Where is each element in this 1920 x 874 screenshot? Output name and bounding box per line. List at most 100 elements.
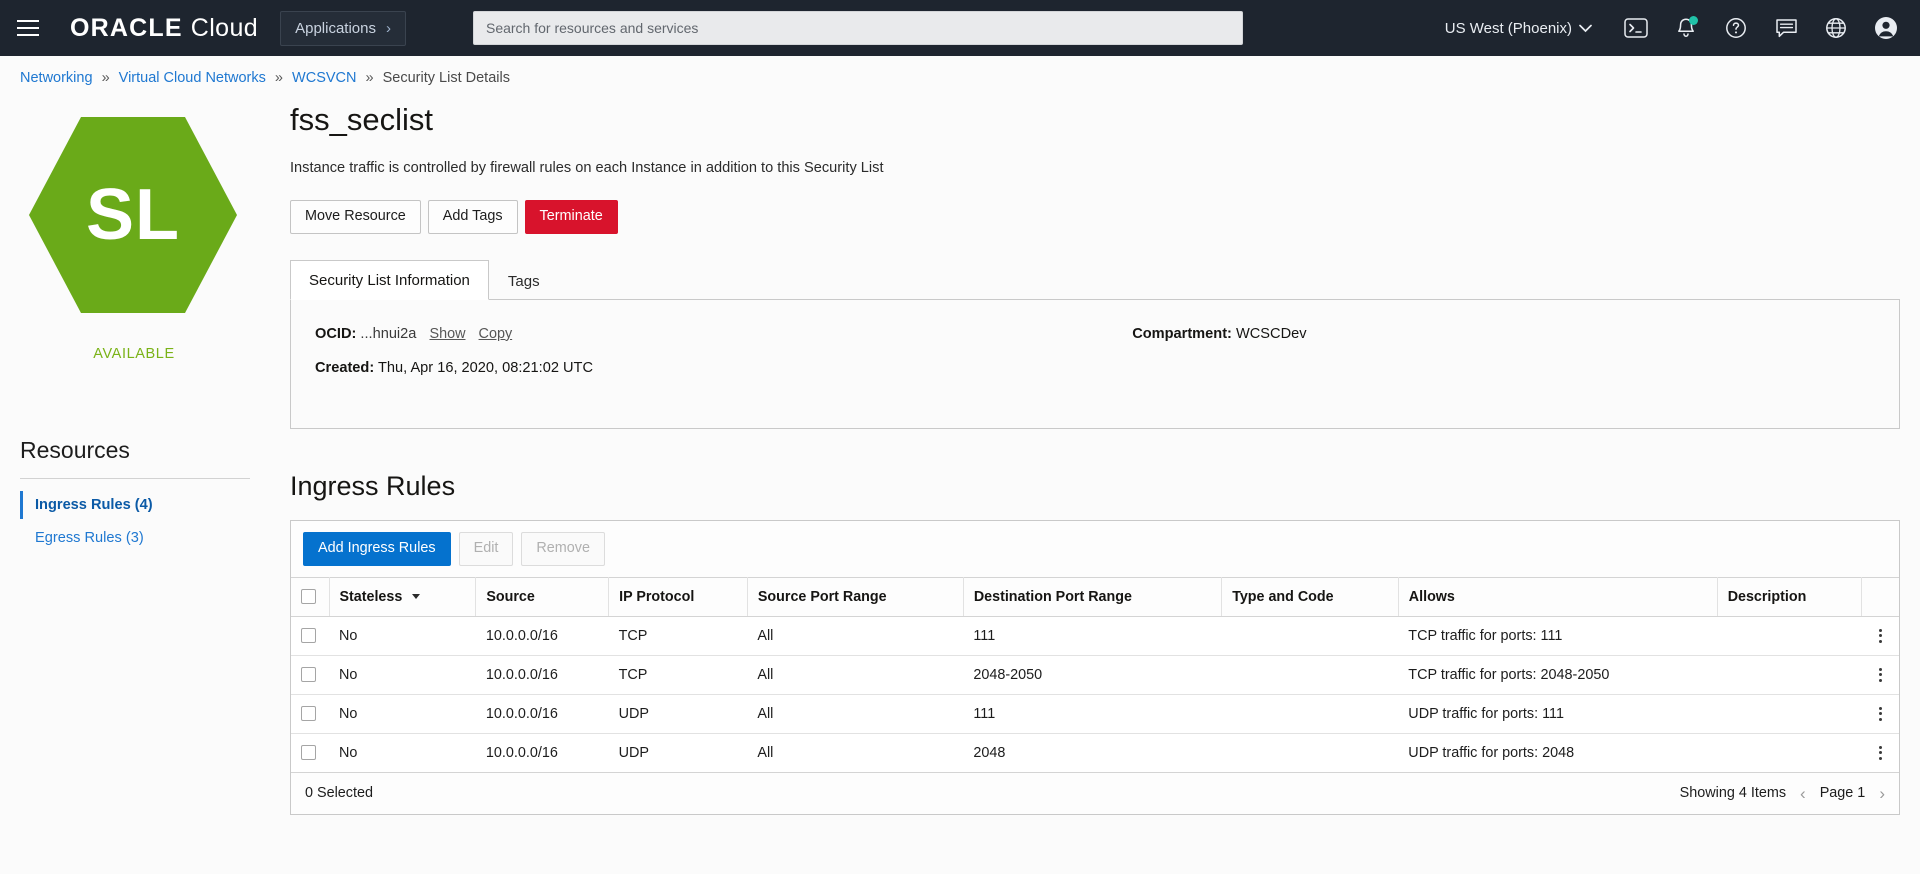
page-body: SL AVAILABLE Resources Ingress Rules (4)…	[0, 96, 1920, 815]
applications-button[interactable]: Applications ›	[280, 10, 406, 46]
cell-destination-port-range: 111	[963, 616, 1222, 656]
add-ingress-rules-button[interactable]: Add Ingress Rules	[303, 531, 451, 566]
compartment-value: WCSCDev	[1235, 325, 1307, 342]
showing-items-label: Showing 4 Items	[1679, 785, 1787, 802]
previous-page-chevron-icon[interactable]: ‹	[1800, 785, 1806, 802]
cell-stateless: No	[329, 616, 476, 656]
cell-type-and-code	[1221, 616, 1399, 656]
search-input[interactable]	[472, 11, 1243, 45]
sort-descending-icon[interactable]	[412, 594, 421, 600]
hamburger-menu-icon[interactable]	[0, 0, 56, 56]
row-checkbox[interactable]	[301, 628, 316, 644]
column-allows[interactable]: Allows	[1398, 576, 1718, 617]
row-actions-cell	[1861, 733, 1899, 773]
row-actions-kebab-icon[interactable]	[1871, 667, 1889, 682]
row-checkbox[interactable]	[301, 745, 316, 761]
row-actions-cell	[1861, 694, 1899, 734]
cell-allows: UDP traffic for ports: 2048	[1398, 733, 1718, 773]
info-right-column: Compartment: WCSCDev	[1126, 326, 1875, 394]
cell-source: 10.0.0.0/16	[475, 616, 609, 656]
resource-badge: SL	[8, 100, 258, 330]
resource-actions: Move Resource Add Tags Terminate	[290, 200, 1900, 234]
row-checkbox[interactable]	[301, 706, 316, 722]
region-selector[interactable]: US West (Phoenix)	[1445, 20, 1592, 37]
chevron-down-icon	[1579, 24, 1592, 32]
row-checkbox[interactable]	[301, 667, 316, 683]
cell-description	[1717, 616, 1861, 656]
compartment-row: Compartment: WCSCDev	[1132, 326, 1875, 342]
chevron-right-icon: ›	[385, 19, 391, 37]
next-page-chevron-icon[interactable]: ›	[1879, 785, 1885, 802]
column-stateless-label: Stateless	[339, 588, 403, 605]
cell-description	[1717, 655, 1861, 695]
column-source[interactable]: Source	[475, 576, 610, 617]
cell-type-and-code	[1221, 733, 1399, 773]
edit-button[interactable]: Edit	[458, 531, 514, 566]
sidebar-item-egress-rules[interactable]: Egress Rules (3)	[20, 524, 290, 552]
cell-destination-port-range: 2048-2050	[963, 655, 1222, 695]
detail-tabs: Security List Information Tags	[290, 259, 1900, 300]
add-tags-button[interactable]: Add Tags	[427, 200, 518, 234]
column-source-port-range[interactable]: Source Port Range	[747, 576, 964, 617]
cell-ip-protocol: UDP	[608, 694, 748, 734]
created-value: Thu, Apr 16, 2020, 08:21:02 UTC	[378, 359, 593, 376]
feedback-chat-icon[interactable]	[1772, 14, 1800, 42]
resource-initials-hexagon: SL	[29, 117, 237, 313]
ocid-copy-link[interactable]: Copy	[479, 326, 513, 342]
row-actions-kebab-icon[interactable]	[1871, 745, 1889, 760]
breadcrumb-separator: »	[101, 70, 110, 86]
table-row[interactable]: No 10.0.0.0/16 TCP All 2048-2050 TCP tra…	[291, 655, 1899, 695]
breadcrumb-item-wcsvcn[interactable]: WCSVCN	[292, 70, 356, 86]
cell-stateless: No	[329, 655, 476, 695]
table-row[interactable]: No 10.0.0.0/16 UDP All 2048 UDP traffic …	[291, 733, 1899, 773]
left-column: SL AVAILABLE Resources Ingress Rules (4)…	[0, 96, 290, 815]
ocid-show-link[interactable]: Show	[429, 326, 465, 342]
table-footer: 0 Selected Showing 4 Items ‹ Page 1 ›	[291, 772, 1899, 814]
sidebar-item-ingress-rules[interactable]: Ingress Rules (4)	[20, 491, 290, 519]
column-type-and-code[interactable]: Type and Code	[1221, 576, 1399, 617]
help-question-icon[interactable]	[1722, 14, 1750, 42]
cell-allows: TCP traffic for ports: 2048-2050	[1398, 655, 1718, 695]
row-select-cell	[291, 616, 329, 656]
breadcrumb-item-networking[interactable]: Networking	[20, 70, 93, 86]
column-description[interactable]: Description	[1717, 576, 1862, 617]
ocid-row: OCID: ...hnui2a Show Copy	[315, 326, 1126, 342]
cell-allows: TCP traffic for ports: 111	[1398, 616, 1718, 656]
right-column: fss_seclist Instance traffic is controll…	[290, 96, 1920, 815]
table-row[interactable]: No 10.0.0.0/16 TCP All 111 TCP traffic f…	[291, 616, 1899, 656]
cell-allows: UDP traffic for ports: 111	[1398, 694, 1718, 734]
row-actions-kebab-icon[interactable]	[1871, 628, 1889, 643]
table-body: No 10.0.0.0/16 TCP All 111 TCP traffic f…	[291, 616, 1899, 773]
select-all-checkbox[interactable]	[301, 589, 316, 605]
table-row[interactable]: No 10.0.0.0/16 UDP All 111 UDP traffic f…	[291, 694, 1899, 734]
cell-source: 10.0.0.0/16	[475, 733, 609, 773]
remove-button[interactable]: Remove	[521, 531, 605, 566]
cell-source-port-range: All	[747, 694, 964, 734]
column-stateless[interactable]: Stateless	[329, 576, 477, 617]
selected-count-label: 0 Selected	[305, 785, 374, 802]
row-actions-kebab-icon[interactable]	[1871, 706, 1889, 721]
language-globe-icon[interactable]	[1822, 14, 1850, 42]
breadcrumb: Networking » Virtual Cloud Networks » WC…	[0, 56, 1920, 96]
brand-cloud-text: Cloud	[190, 13, 259, 42]
created-label: Created:	[315, 359, 375, 376]
cell-destination-port-range: 2048	[963, 733, 1222, 773]
tab-tags[interactable]: Tags	[489, 261, 559, 300]
cell-type-and-code	[1221, 694, 1399, 734]
oracle-cloud-logo[interactable]: ORACLE Cloud	[70, 14, 258, 43]
move-resource-button[interactable]: Move Resource	[290, 200, 421, 234]
cloud-shell-icon[interactable]	[1622, 14, 1650, 42]
column-ip-protocol[interactable]: IP Protocol	[608, 576, 748, 617]
resources-heading: Resources	[20, 437, 130, 463]
tab-security-list-information[interactable]: Security List Information	[290, 259, 489, 300]
breadcrumb-item-virtual-cloud-networks[interactable]: Virtual Cloud Networks	[119, 70, 266, 86]
row-actions-cell	[1861, 616, 1899, 656]
region-label: US West (Phoenix)	[1444, 19, 1572, 37]
user-avatar-icon[interactable]	[1872, 14, 1900, 42]
notifications-bell-icon[interactable]	[1672, 14, 1700, 42]
terminate-button[interactable]: Terminate	[524, 200, 618, 234]
cell-ip-protocol: TCP	[608, 616, 748, 656]
column-destination-port-range[interactable]: Destination Port Range	[963, 576, 1223, 617]
notification-badge-dot	[1689, 16, 1698, 25]
cell-source-port-range: All	[747, 616, 964, 656]
